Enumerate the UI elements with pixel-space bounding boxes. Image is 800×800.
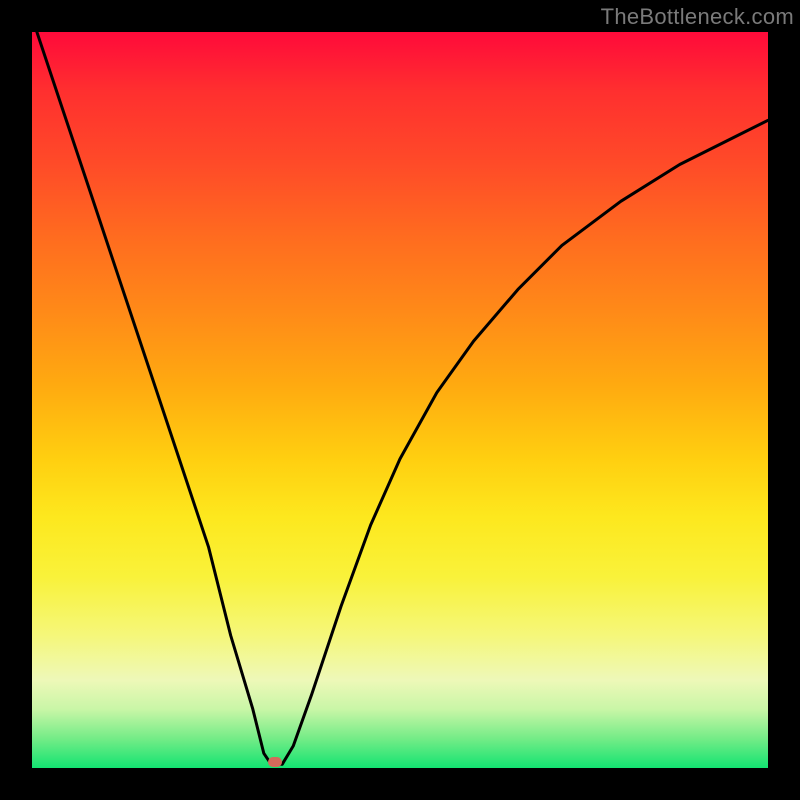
chart-frame: TheBottleneck.com <box>0 0 800 800</box>
watermark-text: TheBottleneck.com <box>601 4 794 30</box>
bottleneck-curve <box>32 17 768 764</box>
curve-layer <box>32 32 768 768</box>
optimum-marker <box>268 757 282 767</box>
plot-area <box>32 32 768 768</box>
